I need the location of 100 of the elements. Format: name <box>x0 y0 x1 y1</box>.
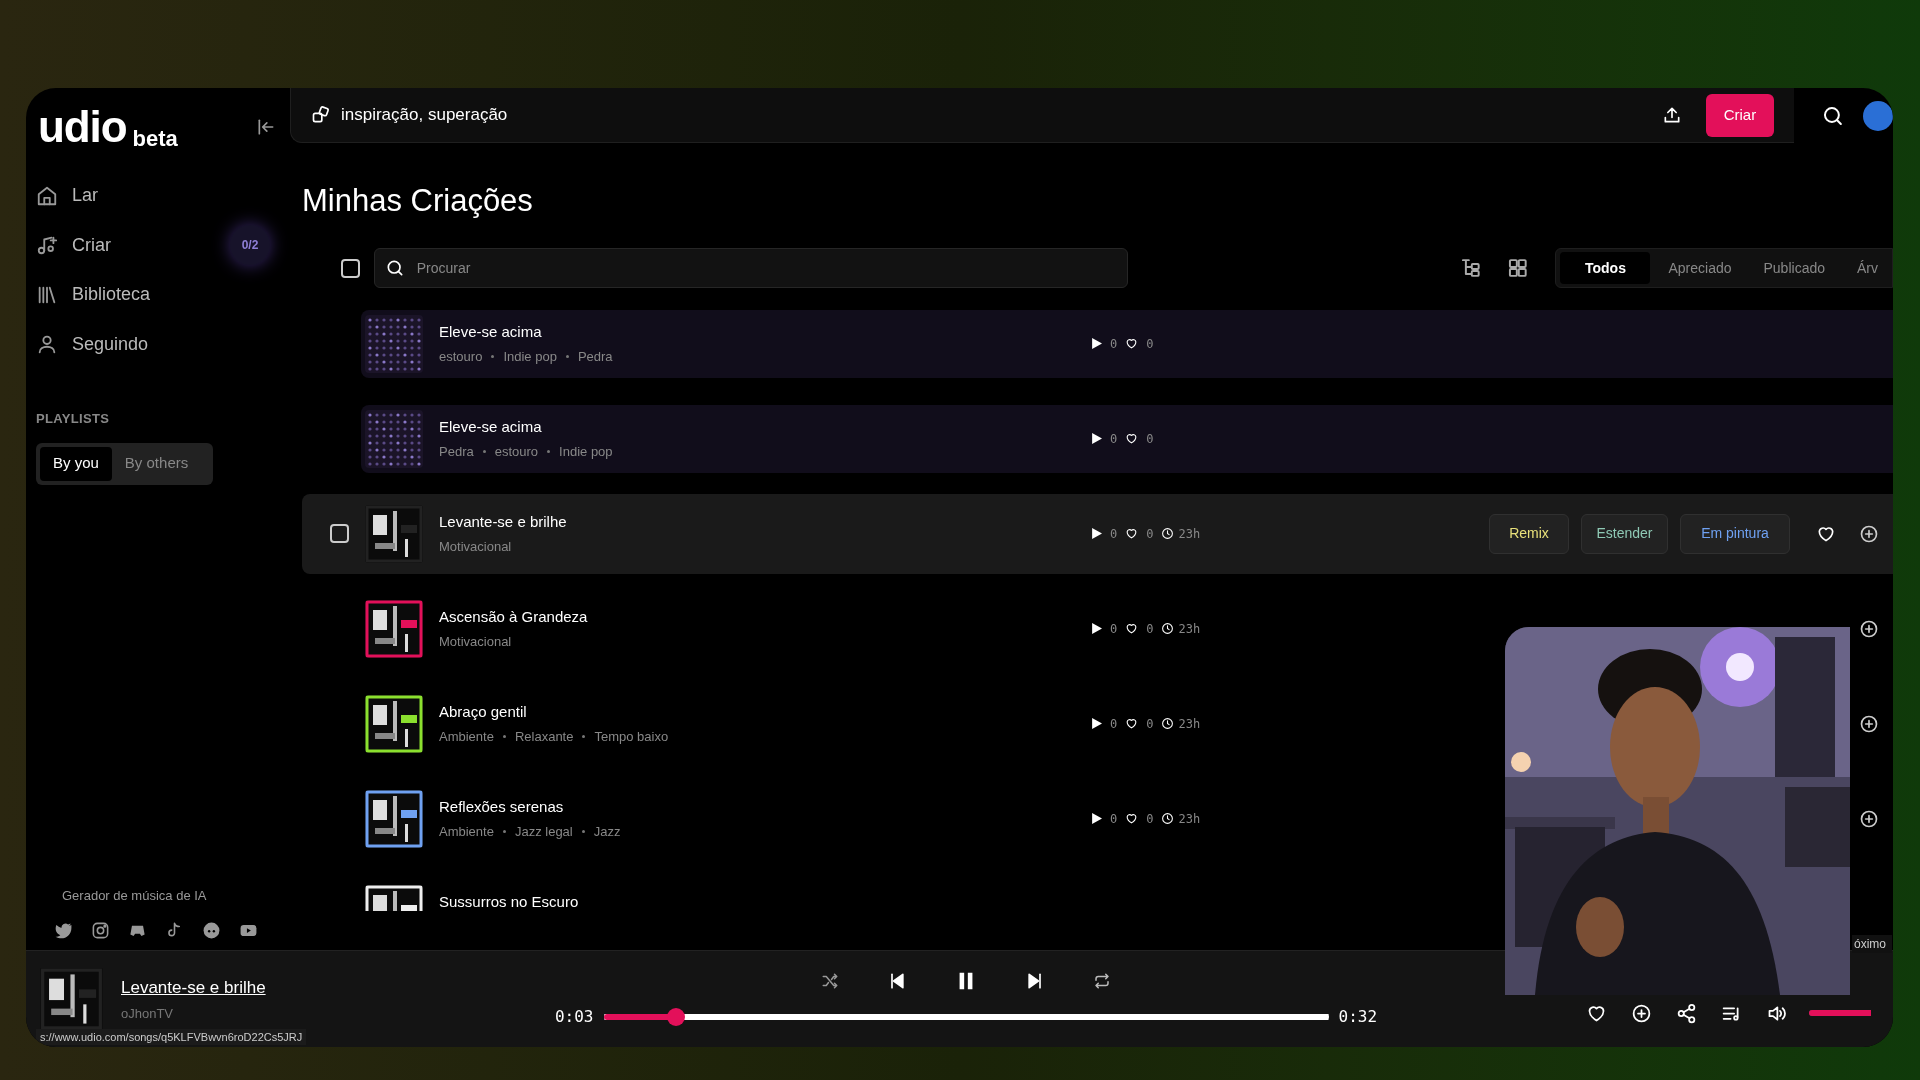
genre-tag: Tempo baixo <box>594 726 669 746</box>
avatar[interactable] <box>1863 100 1893 131</box>
play-count: 0 <box>1110 430 1118 448</box>
genre-tag: Pedra <box>439 441 474 461</box>
create-button[interactable]: Criar <box>1705 93 1775 137</box>
song-age: 23h <box>1178 620 1201 638</box>
nav-item[interactable]: Biblioteca <box>36 270 276 320</box>
song-row[interactable]: Eleve-se acima Pedra estouro Indie pop 0 0 <box>361 404 1893 473</box>
genre-tag: Pedra <box>577 346 613 366</box>
song-age: 23h <box>1178 525 1201 543</box>
action-button[interactable]: Remix <box>1489 513 1569 554</box>
action-button[interactable]: Em pintura <box>1680 513 1790 554</box>
nav-item[interactable]: Lar <box>36 171 276 221</box>
tree-view-icon[interactable] <box>1459 256 1483 280</box>
clock-icon <box>1161 527 1175 540</box>
add-icon[interactable] <box>1859 618 1879 639</box>
section-heading: PLAYLISTS <box>36 410 111 428</box>
page-title: Minhas Criações <box>302 183 534 219</box>
filter-tab[interactable]: Publicado <box>1749 252 1839 284</box>
song-title[interactable]: Eleve-se acima <box>439 416 1091 439</box>
add-icon[interactable] <box>1859 713 1879 734</box>
filter-tab[interactable]: Apreciado <box>1654 252 1746 284</box>
play-count: 0 <box>1110 335 1118 353</box>
song-title[interactable]: Sussurros no Escuro <box>439 891 1091 911</box>
song-row[interactable]: Levante-se e brilhe Motivacional 0 0 23h Remix Estender Em pintura <box>302 493 1893 574</box>
heart-icon <box>1125 812 1139 825</box>
search-input[interactable]: Procurar <box>416 257 1117 279</box>
heart-icon <box>1125 432 1139 445</box>
add-icon[interactable] <box>1631 1002 1652 1024</box>
heart-icon <box>1125 527 1139 540</box>
music-note-icon <box>36 234 58 257</box>
play-icon <box>1091 813 1102 824</box>
filter-tab[interactable]: Todos <box>1560 252 1651 284</box>
share-icon[interactable] <box>1676 1002 1697 1024</box>
progress-thumb[interactable] <box>667 1008 685 1026</box>
beta-label: beta <box>132 124 178 153</box>
artist-name[interactable]: oJhonTV <box>121 1004 266 1024</box>
heart-icon <box>1125 717 1139 730</box>
song-age: 23h <box>1178 715 1201 733</box>
alien-icon[interactable] <box>202 921 221 940</box>
collapse-sidebar-icon[interactable] <box>256 117 276 137</box>
genre-tag: Relaxante <box>514 726 574 746</box>
song-title[interactable]: Ascensão à Grandeza <box>439 606 1091 629</box>
genre-tag: Jazz <box>593 821 621 841</box>
genre-tag: Motivacional <box>439 536 512 556</box>
genre-tag: Ambiente <box>439 726 494 746</box>
genre-tag: estouro <box>439 346 483 366</box>
playlist-tab[interactable]: By others <box>111 446 202 481</box>
heart-icon <box>1125 337 1139 350</box>
like-count: 0 <box>1146 715 1154 733</box>
logo-wordmark: udio <box>38 105 127 149</box>
filter-tab[interactable]: Árv <box>1843 252 1892 284</box>
track-title-link[interactable]: Levante-se e brilhe <box>121 974 266 1000</box>
clock-icon <box>1161 622 1175 635</box>
nav-item[interactable]: Seguindo <box>36 319 276 369</box>
select-all-checkbox[interactable] <box>341 258 360 278</box>
genre-tag: estouro <box>494 441 539 461</box>
duration-time: 0:32 <box>1338 1006 1378 1028</box>
play-icon <box>1091 433 1102 444</box>
play-icon <box>1091 718 1102 729</box>
grid-view-icon[interactable] <box>1506 256 1530 280</box>
tagline: Gerador de música de IA <box>61 886 208 905</box>
dice-icon[interactable] <box>311 105 331 125</box>
elapsed-time: 0:03 <box>554 1006 594 1028</box>
genre-tag: Motivacional <box>439 631 512 651</box>
genre-tag: Jazz legal <box>514 821 573 841</box>
song-title[interactable]: Levante-se e brilhe <box>439 511 1091 534</box>
add-icon[interactable] <box>1859 808 1879 829</box>
like-count: 0 <box>1146 620 1154 638</box>
play-icon <box>1091 623 1102 634</box>
like-count: 0 <box>1146 810 1154 828</box>
play-icon <box>1091 338 1102 349</box>
song-title[interactable]: Abraço gentil <box>439 701 1091 724</box>
shuffle-icon[interactable] <box>821 972 839 990</box>
song-row[interactable]: Eleve-se acima estouro Indie pop Pedra 0 0 <box>361 309 1893 378</box>
tooltip: óximo <box>1852 935 1892 953</box>
add-icon[interactable] <box>1859 523 1879 544</box>
camera-icon[interactable] <box>91 921 110 940</box>
play-count: 0 <box>1110 715 1118 733</box>
song-row[interactable]: Sussurros no Escuro <box>361 866 1893 911</box>
like-count: 0 <box>1146 525 1154 543</box>
song-title[interactable]: Reflexões serenas <box>439 796 1091 819</box>
row-checkbox[interactable] <box>330 524 349 543</box>
nav-item[interactable]: Criar 0/2 <box>36 220 276 270</box>
repeat-icon[interactable] <box>1093 972 1111 990</box>
action-button[interactable]: Estender <box>1581 513 1668 554</box>
user-icon <box>36 333 58 356</box>
genre-tag: Indie pop <box>559 441 613 461</box>
play-count: 0 <box>1110 810 1118 828</box>
song-title[interactable]: Eleve-se acima <box>439 321 1091 344</box>
play-icon <box>1091 528 1102 539</box>
bird-icon[interactable] <box>54 921 73 940</box>
like-count: 0 <box>1146 430 1154 448</box>
volume-slider[interactable] <box>1809 1010 1871 1016</box>
playlist-tab[interactable]: By you <box>40 446 112 481</box>
search-field[interactable]: Procurar <box>373 248 1128 288</box>
prompt-bar[interactable]: inspiração, superação Criar <box>290 88 1795 143</box>
play-count: 0 <box>1110 525 1118 543</box>
home-icon <box>36 184 58 207</box>
prompt-field[interactable]: inspiração, superação <box>341 102 1652 128</box>
